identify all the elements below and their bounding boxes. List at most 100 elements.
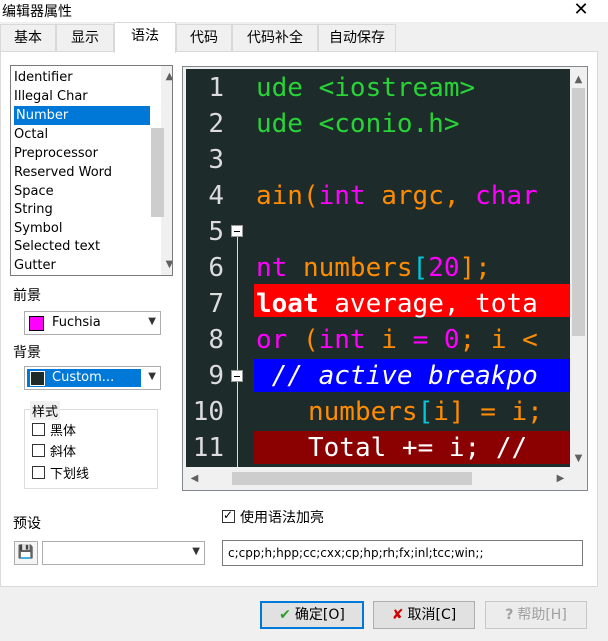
fold-collapse-icon[interactable] — [231, 225, 243, 237]
list-item[interactable]: Space — [14, 182, 54, 201]
scroll-up-icon[interactable]: ▲ — [570, 71, 587, 88]
x-icon: ✘ — [391, 607, 404, 623]
list-scroll-thumb[interactable] — [151, 128, 164, 217]
editor-vscroll-thumb[interactable] — [572, 88, 585, 336]
tab-code-completion[interactable]: 代码补全 — [232, 24, 318, 51]
code-token: nt — [256, 253, 288, 283]
fold-guide-line — [237, 236, 238, 467]
code-token: ]; — [459, 253, 491, 283]
tab-autosave[interactable]: 自动保存 — [318, 24, 396, 51]
code-line-8: or (int i = 0; i < — [256, 325, 538, 355]
line-number: 4 — [208, 181, 224, 211]
code-line-1: ude <iostream> — [256, 73, 476, 103]
code-token: numbers — [287, 253, 413, 283]
scroll-down-icon[interactable]: ▼ — [570, 450, 587, 467]
code-line-9: // active breakpo — [256, 361, 538, 391]
underline-label: 下划线 — [50, 467, 90, 482]
line-number: 3 — [208, 145, 224, 175]
help-button[interactable]: ? 帮助[H] — [485, 601, 587, 629]
code-token: ; i < — [459, 325, 538, 355]
file-extensions-input[interactable]: c;cpp;h;hpp;cc;cxx;cp;hp;rh;fx;inl;tcc;w… — [222, 540, 583, 566]
code-token: char — [475, 181, 538, 211]
code-token: ain( — [256, 181, 319, 211]
line-number: 10 — [192, 397, 224, 427]
help-button-label: 帮助[H] — [517, 607, 567, 623]
line-number: 2 — [208, 109, 224, 139]
ok-button-label: 确定[O] — [294, 607, 345, 623]
checkmark-icon: ✓ — [223, 508, 234, 522]
italic-label: 斜体 — [50, 445, 77, 460]
code-token: loat — [256, 289, 319, 319]
italic-checkbox[interactable] — [32, 444, 45, 457]
code-line-4: ain(int argc, char — [256, 181, 538, 211]
code-token: argc, — [365, 181, 476, 211]
background-value: Custom... — [52, 370, 115, 385]
list-item[interactable]: Selected text — [14, 237, 100, 256]
background-color-select[interactable]: Custom... ▼ — [24, 366, 161, 390]
tab-syntax[interactable]: 语法 — [114, 22, 176, 53]
code-token: 20 — [428, 253, 460, 283]
code-token: average, tota — [318, 289, 538, 319]
scroll-down-icon[interactable]: ▼ — [161, 256, 172, 273]
tab-code[interactable]: 代码 — [176, 24, 232, 51]
code-token: [ — [417, 397, 434, 427]
line-number: 8 — [208, 325, 224, 355]
code-token: 0 — [428, 325, 460, 355]
tab-display[interactable]: 显示 — [56, 24, 114, 51]
line-number: 6 — [208, 253, 224, 283]
list-item[interactable]: Preprocessor — [14, 144, 98, 163]
ok-button[interactable]: ✔ 确定[O] — [260, 601, 364, 629]
syntax-element-list[interactable]: Identifier Illegal Char Number Octal Pre… — [10, 65, 173, 276]
scroll-up-icon[interactable]: ▲ — [161, 68, 172, 85]
disk-icon[interactable]: 💾 — [14, 541, 38, 565]
scroll-left-icon[interactable]: ◀ — [186, 470, 203, 487]
code-token: [ — [412, 253, 429, 283]
foreground-swatch — [29, 316, 44, 331]
list-item[interactable]: String — [14, 200, 53, 219]
list-item[interactable]: Symbol — [14, 219, 62, 238]
list-item[interactable]: Identifier — [14, 68, 73, 87]
chevron-down-icon: ▼ — [148, 316, 156, 327]
code-token: ( — [287, 325, 319, 355]
close-button[interactable]: ✕ — [568, 0, 594, 20]
chevron-down-icon: ▼ — [192, 546, 200, 557]
preset-select[interactable]: ▼ — [42, 541, 205, 565]
code-token: int — [318, 181, 366, 211]
foreground-label: 前景 — [13, 288, 41, 304]
bold-label: 黑体 — [50, 424, 77, 439]
list-item[interactable]: Gutter — [14, 256, 56, 275]
fold-collapse-icon[interactable] — [231, 370, 243, 382]
line-number: 7 — [208, 289, 224, 319]
editor-preview[interactable]: 1 2 3 4 5 6 7 8 9 10 11 ude <iostream> u… — [186, 69, 570, 467]
line-number: 11 — [192, 433, 224, 463]
list-item[interactable]: Illegal Char — [14, 87, 88, 106]
code-line-11: Total += i; // — [308, 433, 528, 463]
code-line-7: loat average, tota — [256, 289, 538, 319]
line-number: 5 — [208, 217, 224, 247]
checkmark-icon: ✔ — [279, 607, 291, 623]
line-number: 9 — [208, 361, 224, 391]
cancel-button-label: 取消[C] — [407, 607, 457, 623]
underline-checkbox[interactable] — [32, 466, 45, 479]
bold-checkbox[interactable] — [32, 423, 45, 436]
use-highlight-label: 使用语法加亮 — [240, 510, 324, 526]
list-item[interactable]: Octal — [14, 125, 48, 144]
chevron-down-icon: ▼ — [148, 371, 156, 382]
editor-hscroll-thumb[interactable] — [232, 472, 472, 485]
code-token: or — [256, 325, 288, 355]
list-item-selected[interactable]: Number — [14, 106, 150, 125]
cancel-button[interactable]: ✘ 取消[C] — [373, 601, 475, 629]
foreground-color-select[interactable]: Fuchsia ▼ — [24, 311, 161, 335]
line-number: 1 — [208, 73, 224, 103]
code-token: = — [412, 325, 429, 355]
use-highlight-checkbox[interactable]: ✓ — [222, 508, 235, 523]
list-item[interactable]: Reserved Word — [14, 163, 112, 182]
tab-basic[interactable]: 基本 — [0, 24, 56, 51]
scroll-right-icon[interactable]: ▶ — [552, 470, 569, 487]
code-token: numbers — [308, 397, 418, 427]
code-token: i — [433, 397, 449, 427]
code-token: i — [365, 325, 413, 355]
code-token: int — [318, 325, 366, 355]
code-line-2: ude <conio.h> — [256, 109, 460, 139]
help-icon: ? — [505, 607, 514, 623]
